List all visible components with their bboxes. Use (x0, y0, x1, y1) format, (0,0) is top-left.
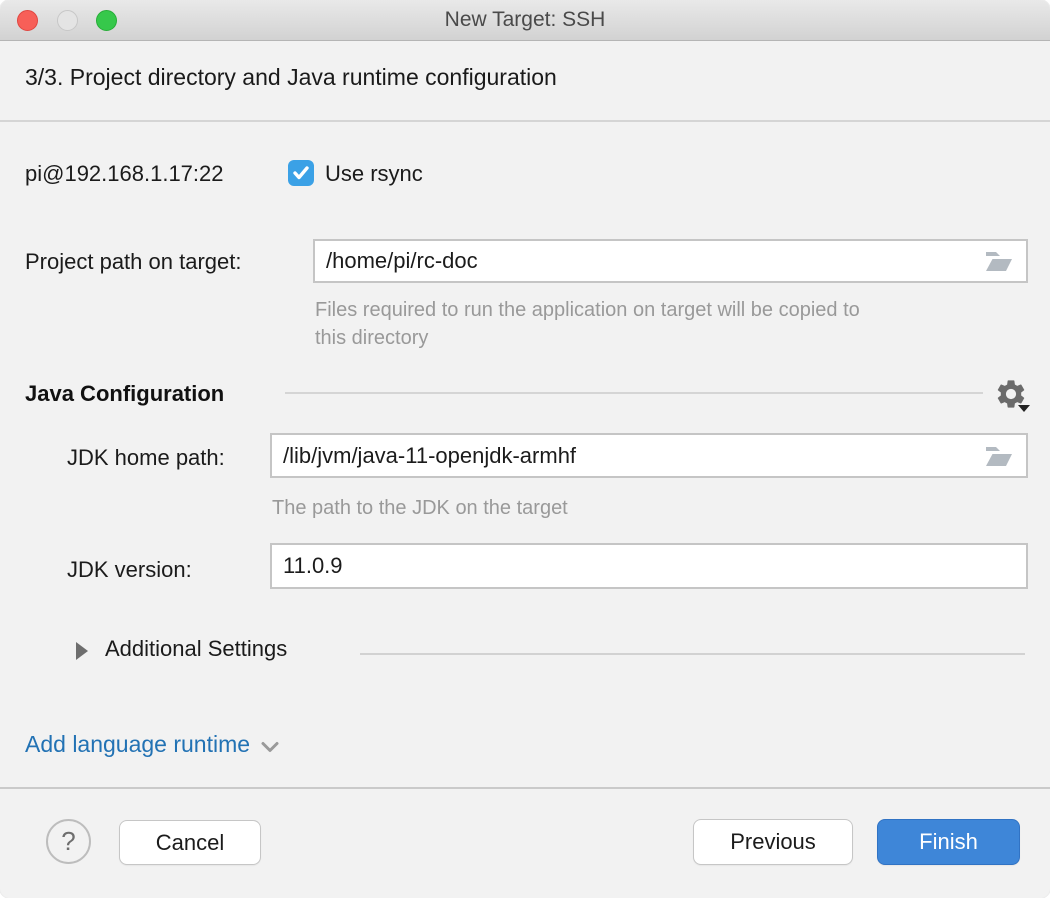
dialog-window: New Target: SSH 3/3. Project directory a… (0, 0, 1050, 898)
jdk-home-browse-button[interactable] (982, 442, 1016, 470)
project-path-browse-button[interactable] (982, 247, 1016, 275)
add-language-runtime-label: Add language runtime (25, 731, 250, 758)
step-header-text: 3/3. Project directory and Java runtime … (25, 64, 557, 91)
add-language-runtime-link[interactable]: Add language runtime (25, 731, 280, 758)
java-config-settings-button[interactable] (991, 375, 1031, 415)
cancel-button[interactable]: Cancel (119, 820, 261, 865)
collapsed-triangle-icon (76, 642, 88, 660)
section-divider (360, 653, 1025, 655)
jdk-version-input[interactable] (272, 545, 1026, 587)
open-folder-icon (982, 442, 1016, 473)
help-button[interactable]: ? (46, 819, 91, 864)
use-rsync-label: Use rsync (325, 161, 423, 187)
section-divider (285, 392, 983, 394)
open-folder-icon (982, 247, 1016, 278)
previous-button[interactable]: Previous (693, 819, 853, 865)
chevron-down-icon (260, 740, 280, 754)
project-path-field (313, 239, 1028, 283)
wizard-step-header: 3/3. Project directory and Java runtime … (0, 41, 1050, 122)
checkmark-icon (292, 165, 310, 181)
jdk-version-label: JDK version: (67, 557, 192, 583)
dropdown-caret-icon (1018, 405, 1030, 412)
window-title: New Target: SSH (0, 8, 1050, 32)
use-rsync-checkbox[interactable] (288, 160, 314, 186)
jdk-home-path-input[interactable] (272, 435, 1026, 476)
jdk-home-path-field (270, 433, 1028, 478)
footer-divider (0, 787, 1050, 789)
additional-settings-label: Additional Settings (105, 636, 287, 662)
title-bar: New Target: SSH (0, 0, 1050, 41)
finish-button[interactable]: Finish (877, 819, 1020, 865)
jdk-home-help: The path to the JDK on the target (272, 497, 568, 520)
project-path-input[interactable] (315, 241, 1026, 281)
project-path-help-line1: Files required to run the application on… (315, 299, 860, 322)
project-path-label: Project path on target: (25, 249, 241, 275)
project-path-help-line2: this directory (315, 327, 428, 350)
ssh-host-label: pi@192.168.1.17:22 (25, 161, 224, 187)
java-configuration-section-title: Java Configuration (25, 381, 224, 407)
jdk-version-field (270, 543, 1028, 589)
jdk-home-path-label: JDK home path: (67, 445, 225, 471)
